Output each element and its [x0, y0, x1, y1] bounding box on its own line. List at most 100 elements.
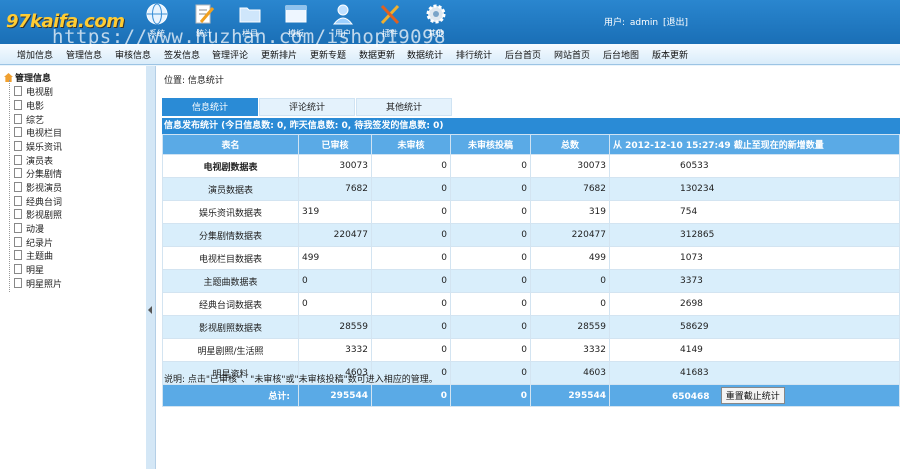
row-pending-submit[interactable]: 0: [450, 154, 531, 178]
document-icon: [14, 141, 22, 151]
sidebar-item-tv-series[interactable]: 电视剧: [14, 85, 53, 98]
row-pending[interactable]: 0: [371, 200, 451, 224]
row-new: 2698: [609, 292, 900, 316]
row-approved[interactable]: 0: [298, 292, 372, 316]
row-pending-submit[interactable]: 0: [450, 315, 531, 339]
sidebar-item-quotes[interactable]: 经典台词: [14, 195, 62, 208]
row-total: 4603: [530, 361, 610, 385]
sidebar-item-episode-plot[interactable]: 分集剧情: [14, 167, 62, 180]
row-pending[interactable]: 0: [371, 292, 451, 316]
menu-rank-stats[interactable]: 排行统计: [456, 48, 492, 61]
row-pending-submit[interactable]: 0: [450, 177, 531, 201]
sidebar-splitter[interactable]: [146, 66, 156, 469]
document-icon: [14, 250, 22, 260]
menu-admin-home[interactable]: 后台首页: [505, 48, 541, 61]
tab-other-stats[interactable]: 其他统计: [356, 98, 452, 116]
menu-admin-map[interactable]: 后台地图: [603, 48, 639, 61]
row-pending[interactable]: 0: [371, 315, 451, 339]
collapse-arrow-icon[interactable]: [148, 306, 152, 314]
row-pending[interactable]: 0: [371, 223, 451, 247]
row-approved[interactable]: 319: [298, 200, 372, 224]
row-approved[interactable]: 220477: [298, 223, 372, 247]
row-pending[interactable]: 0: [371, 338, 451, 362]
menu-update-schedule[interactable]: 更新排片: [261, 48, 297, 61]
table-row: 经典台词数据表 0 0 0 0 2698: [162, 292, 900, 316]
row-total: 28559: [530, 315, 610, 339]
user-icon: [332, 4, 354, 25]
tree-root-label: 管理信息: [15, 74, 52, 84]
sidebar-item-actors[interactable]: 影视演员: [14, 181, 62, 194]
totals-row: 总计: 295544 0 0 295544 650468 重置截止统计: [162, 384, 900, 407]
row-name: 明星剧照/生活照: [162, 338, 299, 362]
sidebar-item-documentary[interactable]: 纪录片: [14, 236, 53, 249]
menu-version-update[interactable]: 版本更新: [652, 48, 688, 61]
row-approved[interactable]: 30073: [298, 154, 372, 178]
menu-update-topics[interactable]: 更新专题: [310, 48, 346, 61]
menu-review-info[interactable]: 审核信息: [115, 48, 151, 61]
menu-manage-comments[interactable]: 管理评论: [212, 48, 248, 61]
menu-data-stats[interactable]: 数据统计: [407, 48, 443, 61]
row-pending-submit[interactable]: 0: [450, 338, 531, 362]
sidebar-item-anime[interactable]: 动漫: [14, 222, 44, 235]
sidebar-item-entertainment-news[interactable]: 娱乐资讯: [14, 140, 62, 153]
menu-site-home[interactable]: 网站首页: [554, 48, 590, 61]
row-new: 130234: [609, 177, 900, 201]
sidebar-item-label: 分集剧情: [26, 170, 63, 180]
sidebar-item-stills[interactable]: 影视剧照: [14, 208, 62, 221]
row-approved[interactable]: 28559: [298, 315, 372, 339]
row-approved[interactable]: 7682: [298, 177, 372, 201]
document-icon: [14, 100, 22, 110]
row-pending[interactable]: 0: [371, 269, 451, 293]
row-pending-submit[interactable]: 0: [450, 200, 531, 224]
sidebar-item-movie[interactable]: 电影: [14, 99, 44, 112]
row-new: 60533: [609, 154, 900, 178]
sidebar-item-star-photos[interactable]: 明星照片: [14, 277, 62, 290]
row-pending-submit[interactable]: 0: [450, 246, 531, 270]
sidebar-item-label: 纪录片: [26, 239, 54, 249]
table-row: 分集剧情数据表 220477 0 0 220477 312865: [162, 223, 900, 247]
menu-data-update[interactable]: 数据更新: [359, 48, 395, 61]
col-approved: 已审核: [298, 134, 372, 155]
help-note: 说明: 点击"已审核"、"未审核"或"未审核投稿"数可进入相应的管理。: [164, 375, 438, 385]
sidebar-item-tv-column[interactable]: 电视栏目: [14, 126, 62, 139]
row-pending[interactable]: 0: [371, 246, 451, 270]
row-pending-submit[interactable]: 0: [450, 361, 531, 385]
tree-root[interactable]: 管理信息: [4, 71, 51, 84]
tree-connector: [9, 80, 10, 292]
menu-sign-info[interactable]: 签发信息: [164, 48, 200, 61]
sidebar-item-theme-song[interactable]: 主题曲: [14, 249, 53, 262]
row-pending[interactable]: 0: [371, 154, 451, 178]
row-approved[interactable]: 3332: [298, 338, 372, 362]
row-pending[interactable]: 0: [371, 177, 451, 201]
row-approved[interactable]: 499: [298, 246, 372, 270]
row-pending-submit[interactable]: 0: [450, 269, 531, 293]
sidebar-item-star[interactable]: 明星: [14, 263, 44, 276]
row-total: 220477: [530, 223, 610, 247]
row-name: 影视剧照数据表: [162, 315, 299, 339]
row-new: 1073: [609, 246, 900, 270]
tab-info-stats[interactable]: 信息统计: [162, 98, 258, 116]
document-icon: [14, 278, 22, 288]
sidebar-item-cast-list[interactable]: 演员表: [14, 154, 53, 167]
row-pending-submit[interactable]: 0: [450, 292, 531, 316]
row-new: 312865: [609, 223, 900, 247]
row-approved[interactable]: 0: [298, 269, 372, 293]
row-new: 754: [609, 200, 900, 224]
menu-add-info[interactable]: 增加信息: [17, 48, 53, 61]
row-total: 499: [530, 246, 610, 270]
reset-stats-button[interactable]: 重置截止统计: [720, 387, 785, 404]
row-total: 319: [530, 200, 610, 224]
sidebar-item-label: 影视剧照: [26, 211, 63, 221]
sidebar-item-variety[interactable]: 综艺: [14, 113, 44, 126]
folder-icon: [239, 7, 261, 23]
menu-manage-info[interactable]: 管理信息: [66, 48, 102, 61]
logout-link[interactable]: [退出]: [663, 18, 688, 28]
row-pending-submit[interactable]: 0: [450, 223, 531, 247]
username[interactable]: admin: [630, 18, 658, 28]
table-row: 娱乐资讯数据表 319 0 0 319 754: [162, 200, 900, 224]
row-new: 58629: [609, 315, 900, 339]
tab-comment-stats[interactable]: 评论统计: [259, 98, 355, 116]
sidebar-item-label: 电视剧: [26, 88, 54, 98]
sidebar: 管理信息 电视剧 电影 综艺 电视栏目 娱乐资讯 演员表 分集剧情 影视演员 经…: [0, 66, 147, 469]
totals-new-cell: 650468 重置截止统计: [609, 384, 900, 407]
